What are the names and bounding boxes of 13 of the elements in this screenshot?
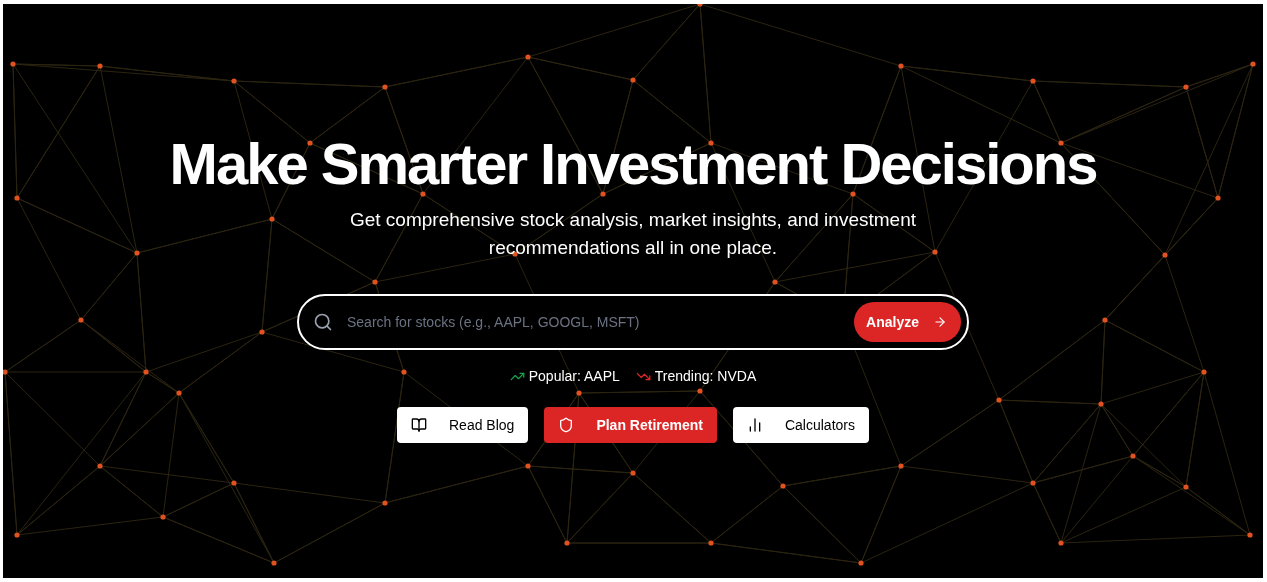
search-field[interactable]: Search for stocks (e.g., AAPL, GOOGL, MSFT) Analyze: [297, 294, 969, 350]
shield-icon: [558, 417, 575, 433]
hero-subtitle: Get comprehensive stock analysis, market insights, and investment recommendations all in one place.: [348, 208, 917, 260]
action-button[interactable]: Plan Retirement: [544, 407, 717, 443]
ticker-link[interactable]: Trending: NVDA: [654, 366, 757, 387]
ticker-link[interactable]: Popular: AAPL: [528, 366, 620, 387]
action-button[interactable]: Calculators: [732, 407, 869, 443]
search-icon: [313, 312, 333, 332]
analyze-button[interactable]: Analyze: [854, 302, 961, 342]
arrow-right-icon: [933, 315, 947, 329]
hero-title: Make Smarter Investment Decisions: [169, 130, 1097, 198]
book-icon: [411, 417, 427, 433]
action-button[interactable]: Read Blog: [397, 407, 529, 443]
